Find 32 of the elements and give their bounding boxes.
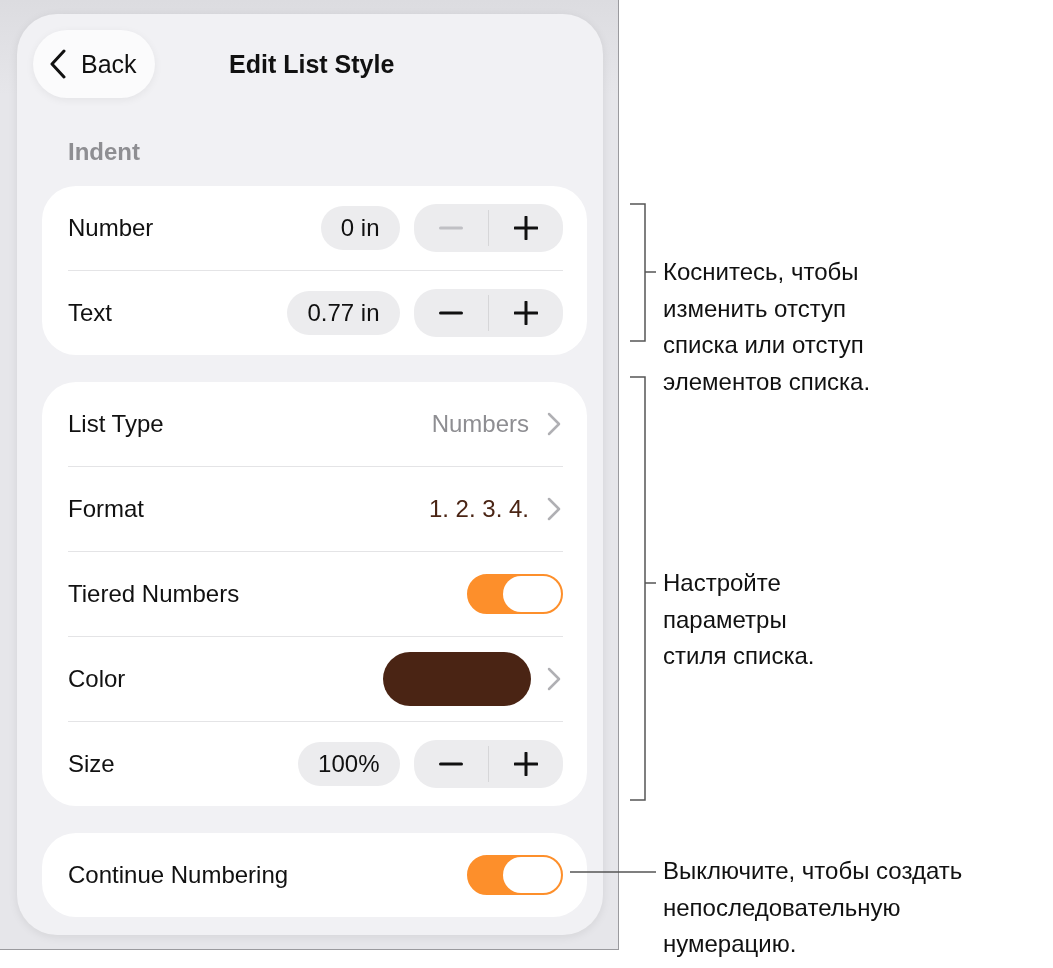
row-label: Size: [68, 750, 116, 778]
callout-text: Выключите, чтобы создать непоследовательную нумерацию.: [663, 856, 963, 959]
back-button[interactable]: Back: [33, 30, 155, 98]
toggle-switch[interactable]: [467, 574, 563, 614]
chevron-right-icon[interactable]: [547, 412, 561, 436]
row-label: Color: [68, 665, 127, 693]
row-label: List Type: [68, 410, 165, 438]
row-label: Tiered Numbers: [68, 580, 241, 608]
row-label: Continue Numbering: [68, 861, 290, 889]
value-field[interactable]: 0.77 in: [287, 291, 400, 335]
chevron-right-icon[interactable]: [547, 667, 561, 691]
row-label: Text: [68, 299, 113, 327]
row-label: Format: [68, 495, 145, 523]
toggle-switch[interactable]: [467, 855, 563, 895]
minus-icon: [438, 226, 463, 230]
plus-icon: [514, 301, 538, 325]
value-field[interactable]: 0 in: [320, 206, 400, 250]
plus-icon: [514, 216, 538, 240]
minus-icon: [438, 311, 463, 315]
chevron-right-icon[interactable]: [547, 497, 561, 521]
panel-title: Edit List Style: [229, 49, 395, 79]
section-label: Indent: [67, 137, 141, 167]
color-swatch[interactable]: [383, 652, 531, 706]
chevron-left-icon: [49, 49, 67, 79]
row-value: 1. 2. 3. 4.: [428, 495, 529, 523]
minus-icon: [438, 762, 463, 766]
row-label: Number: [68, 214, 155, 242]
callout-text: Настройте параметры стиля списка.: [663, 568, 815, 671]
value-field[interactable]: 100%: [298, 742, 400, 786]
row-value: Numbers: [431, 410, 529, 438]
callout-text: Коснитесь, чтобы изменить отступ списка или отступ элементов списка.: [663, 257, 871, 397]
plus-icon: [514, 752, 538, 776]
